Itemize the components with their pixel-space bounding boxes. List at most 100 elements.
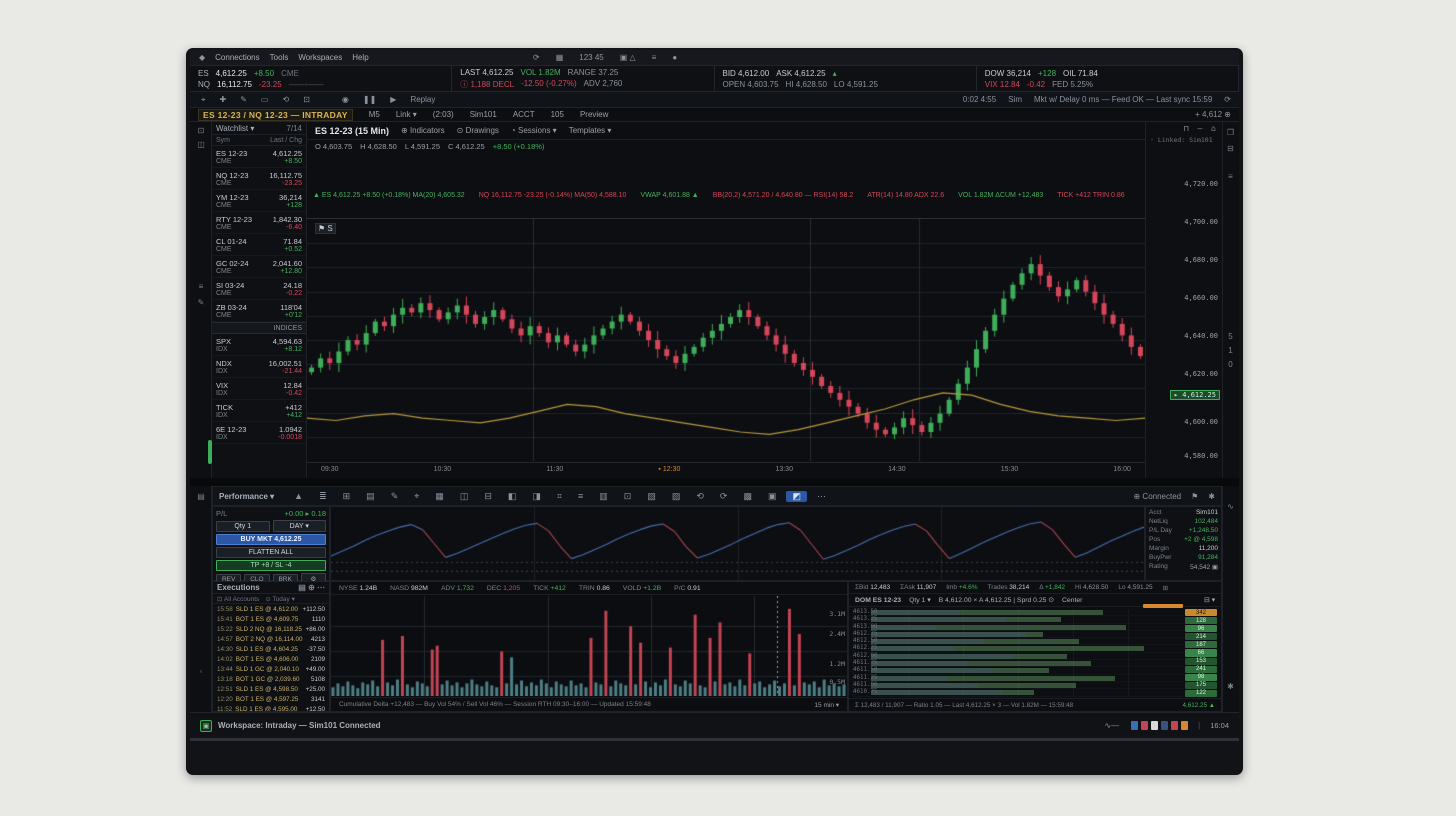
titlebar-icon[interactable]: ▦	[553, 53, 567, 62]
secondary-tool-icon[interactable]: ▥	[593, 491, 614, 502]
secondary-tool-icon[interactable]: ▩	[737, 491, 758, 502]
watchlist-row[interactable]: GC 02-242,041.60 CME+12.80	[212, 256, 306, 278]
ladder-cell[interactable]: 153	[1185, 658, 1217, 665]
workspace-tab[interactable]: (2:03)	[433, 110, 454, 119]
active-workspace-tab[interactable]: ES 12-23 / NQ 12-23 — INTRADAY	[198, 109, 353, 121]
titlebar-icon[interactable]: ≡	[649, 53, 660, 62]
rail-panel-icon[interactable]: ⊟	[1222, 144, 1239, 153]
chart-header-button[interactable]: ◔ Sessions ▾	[511, 126, 557, 135]
rail-tool-icon[interactable]: ◫	[190, 140, 212, 149]
ladder-cell[interactable]: 128	[1185, 617, 1217, 624]
depth-row[interactable]: 4611.50	[853, 667, 1183, 674]
rail-panel-icon[interactable]: ≡	[1222, 172, 1239, 181]
ladder-cell[interactable]: 187	[1185, 641, 1217, 648]
equity-curve-canvas[interactable]	[331, 507, 1144, 580]
secondary-tool-icon[interactable]: ▣	[762, 491, 783, 502]
draw-tool-icon[interactable]: ⟲	[279, 95, 292, 105]
execution-row[interactable]: 15:58SLD 1 ES @ 4,612.00+112.50	[213, 604, 329, 614]
depth-row[interactable]: 4612.75	[853, 631, 1183, 638]
depth-row[interactable]: 4611.00	[853, 682, 1183, 689]
draw-tool-icon[interactable]: ✎	[237, 95, 250, 105]
secondary-toolbar-status[interactable]: ✱	[1208, 492, 1215, 501]
depth-row[interactable]: 4611.25	[853, 675, 1183, 682]
execution-row[interactable]: 14:30SLD 1 ES @ 4,604.25-37.50	[213, 644, 329, 654]
execution-row[interactable]: 11:52SLD 1 ES @ 4,595.00+12.50	[213, 704, 329, 712]
secondary-tool-icon[interactable]: ◧	[502, 491, 523, 502]
workspace-tab[interactable]: M5	[369, 110, 380, 119]
watchlist-row[interactable]: ZB 03-24118'04 CME+0'12	[212, 300, 306, 322]
volume-interval-select[interactable]: 15 min ▾	[814, 701, 839, 709]
chart-header-button[interactable]: Templates ▾	[569, 126, 612, 135]
chart-symbol-label[interactable]: ES 12-23 (15 Min)	[315, 126, 389, 136]
replay-control-icon[interactable]: ❚❚	[360, 95, 379, 104]
secondary-tool-icon[interactable]: ⟳	[714, 491, 734, 502]
menu-item[interactable]: Workspaces	[293, 53, 347, 62]
secondary-tool-icon[interactable]: ⋯	[811, 491, 832, 502]
log-header-icons[interactable]: ▤ ⊕ ⋯	[298, 583, 325, 592]
depth-row[interactable]: 4613.00	[853, 624, 1183, 631]
rail-tool-icon[interactable]: ▤	[190, 492, 212, 501]
secondary-tool-icon[interactable]: ◫	[454, 491, 475, 502]
watchlist-row[interactable]: RTY 12-231,842.30 CME-6.40	[212, 212, 306, 234]
tif-button[interactable]: DAY ▾	[273, 520, 327, 532]
secondary-tool-icon[interactable]: ✎	[385, 491, 405, 502]
draw-tool-icon[interactable]: ✚	[217, 95, 230, 105]
dom-mode-button[interactable]: ⊟ ▾	[1204, 596, 1215, 604]
draw-tool-icon[interactable]: ▭	[258, 95, 272, 105]
secondary-tool-icon[interactable]: ⊟	[478, 491, 498, 502]
equity-curve-panel[interactable]	[330, 506, 1145, 581]
secondary-tool-icon[interactable]: ▤	[360, 491, 381, 502]
candlestick-chart-canvas[interactable]	[307, 219, 1145, 461]
draw-tool-icon[interactable]: ⌖	[198, 95, 209, 105]
dom-qty-select[interactable]: Qty 1 ▾	[909, 596, 931, 604]
depth-row[interactable]: 4613.25	[853, 616, 1183, 623]
depth-heatmap[interactable]: 4613.504613.254613.004612.754612.504612.…	[853, 609, 1183, 697]
dom-center-button[interactable]: Center	[1062, 597, 1082, 604]
watchlist-row[interactable]: ES 12-234,612.25 CME+8.50	[212, 146, 306, 168]
chart-header-button[interactable]: ⊕ Indicators	[401, 126, 445, 135]
replay-control-icon[interactable]: ▶	[387, 95, 399, 104]
menu-item[interactable]: Connections	[210, 53, 264, 62]
secondary-toolbar-status[interactable]: ⊕ Connected	[1134, 492, 1182, 501]
workspace-tab[interactable]: ACCT	[513, 110, 535, 119]
draw-tool-icon[interactable]: ⊡	[300, 95, 313, 105]
watchlist-row[interactable]: CL 01-2471.84 CME+0.52	[212, 234, 306, 256]
execution-row[interactable]: 12:20BOT 1 ES @ 4,597.253141	[213, 694, 329, 704]
secondary-tool-icon[interactable]: ▨	[666, 491, 687, 502]
rail-panel-icon[interactable]: ❐	[1222, 128, 1239, 137]
rail-tool-icon[interactable]: ≡	[190, 282, 212, 291]
titlebar-icon[interactable]: ⟳	[530, 53, 543, 62]
watchlist-title[interactable]: Watchlist ▾	[216, 124, 254, 133]
watchlist-row[interactable]: NQ 12-2316,112.75 CME-23.25	[212, 168, 306, 190]
flatten-button[interactable]: FLATTEN ALL	[216, 547, 326, 558]
depth-row[interactable]: 4613.50	[853, 609, 1183, 616]
ladder-cell[interactable]: 98	[1185, 674, 1217, 681]
execution-row[interactable]: 13:44SLD 1 GC @ 2,040.10+49.00	[213, 664, 329, 674]
ladder-cell[interactable]: 175	[1185, 682, 1217, 689]
rail-panel-icon[interactable]: 0	[1222, 360, 1239, 369]
secondary-toolbar-title[interactable]: Performance ▾	[219, 492, 274, 501]
candlestick-plot-area[interactable]: ⚑ S	[307, 218, 1145, 460]
watchlist-row[interactable]: VIX12.84 IDX-0.42	[212, 378, 306, 400]
watchlist-row[interactable]: YM 12-2336,214 CME+128	[212, 190, 306, 212]
watchlist-row[interactable]: 6E 12-231.0942 IDX-0.0018	[212, 422, 306, 444]
secondary-tool-icon[interactable]: ≣	[313, 491, 333, 502]
volume-histogram-canvas[interactable]	[331, 596, 847, 696]
rail-panel-icon[interactable]: ✱	[1222, 682, 1239, 691]
secondary-tool-icon[interactable]: ⌗	[551, 491, 568, 502]
secondary-tool-icon[interactable]: ▲	[288, 491, 309, 502]
ladder-cell[interactable]: 241	[1185, 666, 1217, 673]
execution-row[interactable]: 14:57BOT 2 NQ @ 16,114.004213	[213, 634, 329, 644]
rail-tool-icon[interactable]: ◦	[190, 667, 212, 676]
rail-panel-icon[interactable]: 5	[1222, 332, 1239, 341]
secondary-tool-icon[interactable]: ⊞	[337, 491, 357, 502]
workspace-tab[interactable]: Link ▾	[396, 110, 417, 119]
ladder-cell[interactable]: 66	[1185, 649, 1217, 656]
execution-row[interactable]: 15:22SLD 2 NQ @ 16,118.25+86.00	[213, 624, 329, 634]
depth-row[interactable]: 4612.00	[853, 653, 1183, 660]
menu-item[interactable]: Tools	[265, 53, 294, 62]
execution-row[interactable]: 14:02BOT 1 ES @ 4,606.002109	[213, 654, 329, 664]
depth-row[interactable]: 4610.75	[853, 689, 1183, 696]
secondary-tool-icon[interactable]: ◩	[786, 491, 807, 502]
bracket-button[interactable]: TP +8 / SL -4	[216, 560, 326, 571]
